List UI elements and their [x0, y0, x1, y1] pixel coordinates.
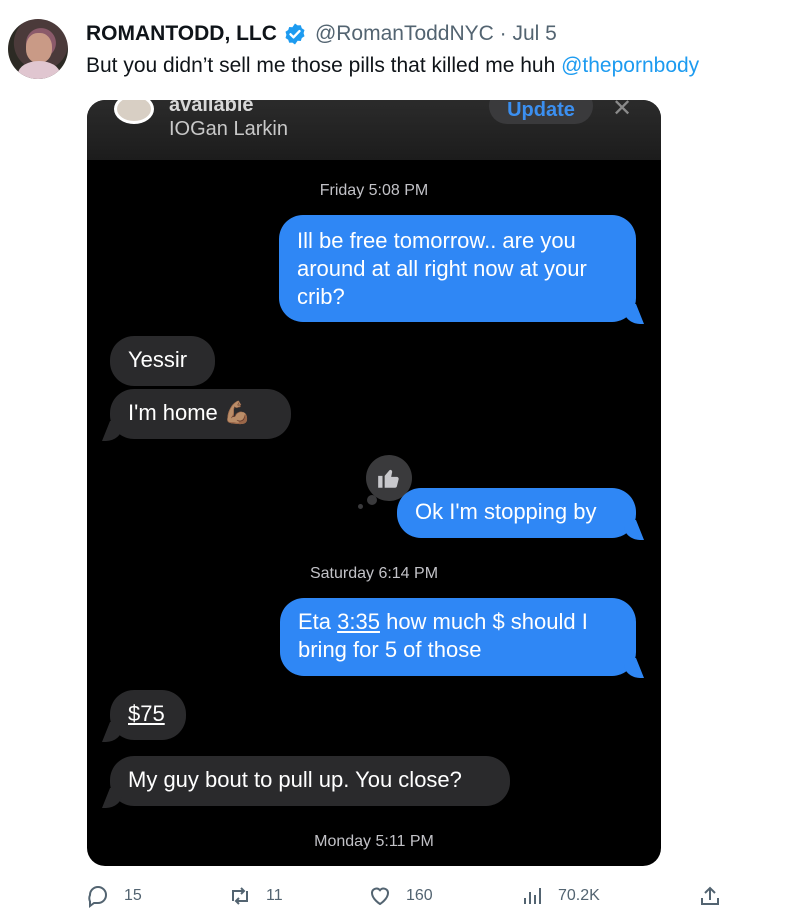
repost-button[interactable]: 11 — [228, 884, 283, 908]
tweet-actions: 15 11 160 70.2K — [86, 884, 726, 908]
outgoing-message: Ill be free tomorrow.. are you around at… — [279, 215, 636, 322]
timestamp: Saturday 6:14 PM — [309, 565, 439, 582]
imessage-screenshot[interactable]: available IOGan Larkin Update ✕ Friday 5… — [87, 100, 661, 866]
incoming-message: Yessir — [110, 336, 215, 386]
share-icon — [701, 886, 719, 905]
tweet-body: But you didn’t sell me those pills that … — [86, 54, 562, 77]
share-button[interactable] — [698, 884, 722, 908]
message-line: around at all right now at your — [297, 256, 587, 281]
verified-badge-icon — [285, 23, 305, 45]
update-button: Update — [489, 100, 593, 124]
timestamp: Friday 5:08 PM — [319, 182, 429, 199]
views-chart-icon — [524, 888, 541, 904]
mention-link[interactable]: @thepornbody — [561, 54, 699, 77]
reaction-tail-dot — [358, 504, 363, 509]
close-icon: ✕ — [612, 100, 633, 122]
message-text: how much $ should I — [379, 609, 588, 634]
author-name[interactable]: ROMANTODD, LLC — [86, 22, 277, 46]
tweet-text: But you didn’t sell me those pills that … — [86, 54, 699, 78]
views-count: 70.2K — [558, 887, 600, 904]
like-button[interactable]: 160 — [368, 884, 433, 908]
author-avatar[interactable] — [8, 19, 68, 79]
repost-icon — [232, 887, 248, 905]
views-button[interactable]: 70.2K — [520, 884, 600, 908]
thumbs-up-icon — [378, 469, 399, 488]
message-text: I'm home — [128, 400, 224, 425]
avatar-shirt — [18, 61, 60, 79]
flexed-biceps-emoji-icon: 💪🏽 — [223, 400, 252, 425]
message-line: Eta 3:35 how much $ should I — [298, 608, 618, 636]
tweet-header: ROMANTODD, LLC @RomanToddNYC · Jul 5 — [86, 20, 557, 48]
timestamp: Monday 5:11 PM — [314, 833, 434, 850]
avatar-face — [26, 33, 52, 63]
message-line: bring for 5 of those — [298, 637, 482, 662]
like-count: 160 — [406, 887, 433, 904]
reply-count: 15 — [124, 887, 142, 904]
heart-icon — [370, 887, 390, 906]
reply-icon — [88, 886, 107, 908]
repost-count: 11 — [266, 887, 283, 904]
contact-name: IOGan Larkin — [169, 118, 288, 140]
reply-button[interactable]: 15 — [86, 884, 142, 908]
incoming-message: I'm home 💪🏽 — [110, 389, 291, 439]
incoming-message: $75 — [110, 690, 186, 740]
author-handle-date[interactable]: @RomanToddNYC · Jul 5 — [315, 22, 557, 46]
outgoing-message: Eta 3:35 how much $ should I bring for 5… — [280, 598, 636, 676]
contact-banner: available IOGan Larkin Update ✕ — [87, 100, 661, 160]
amount-link: $75 — [128, 701, 165, 726]
outgoing-message: Ok I'm stopping by — [397, 488, 636, 538]
message-line: crib? — [297, 284, 345, 309]
incoming-message: My guy bout to pull up. You close? — [110, 756, 510, 806]
message-text: Eta — [298, 609, 338, 634]
contact-status: available — [169, 100, 254, 116]
contact-photo-icon — [114, 100, 154, 124]
message-line: Ill be free tomorrow.. are you — [297, 228, 576, 253]
time-link: 3:35 — [337, 609, 380, 634]
